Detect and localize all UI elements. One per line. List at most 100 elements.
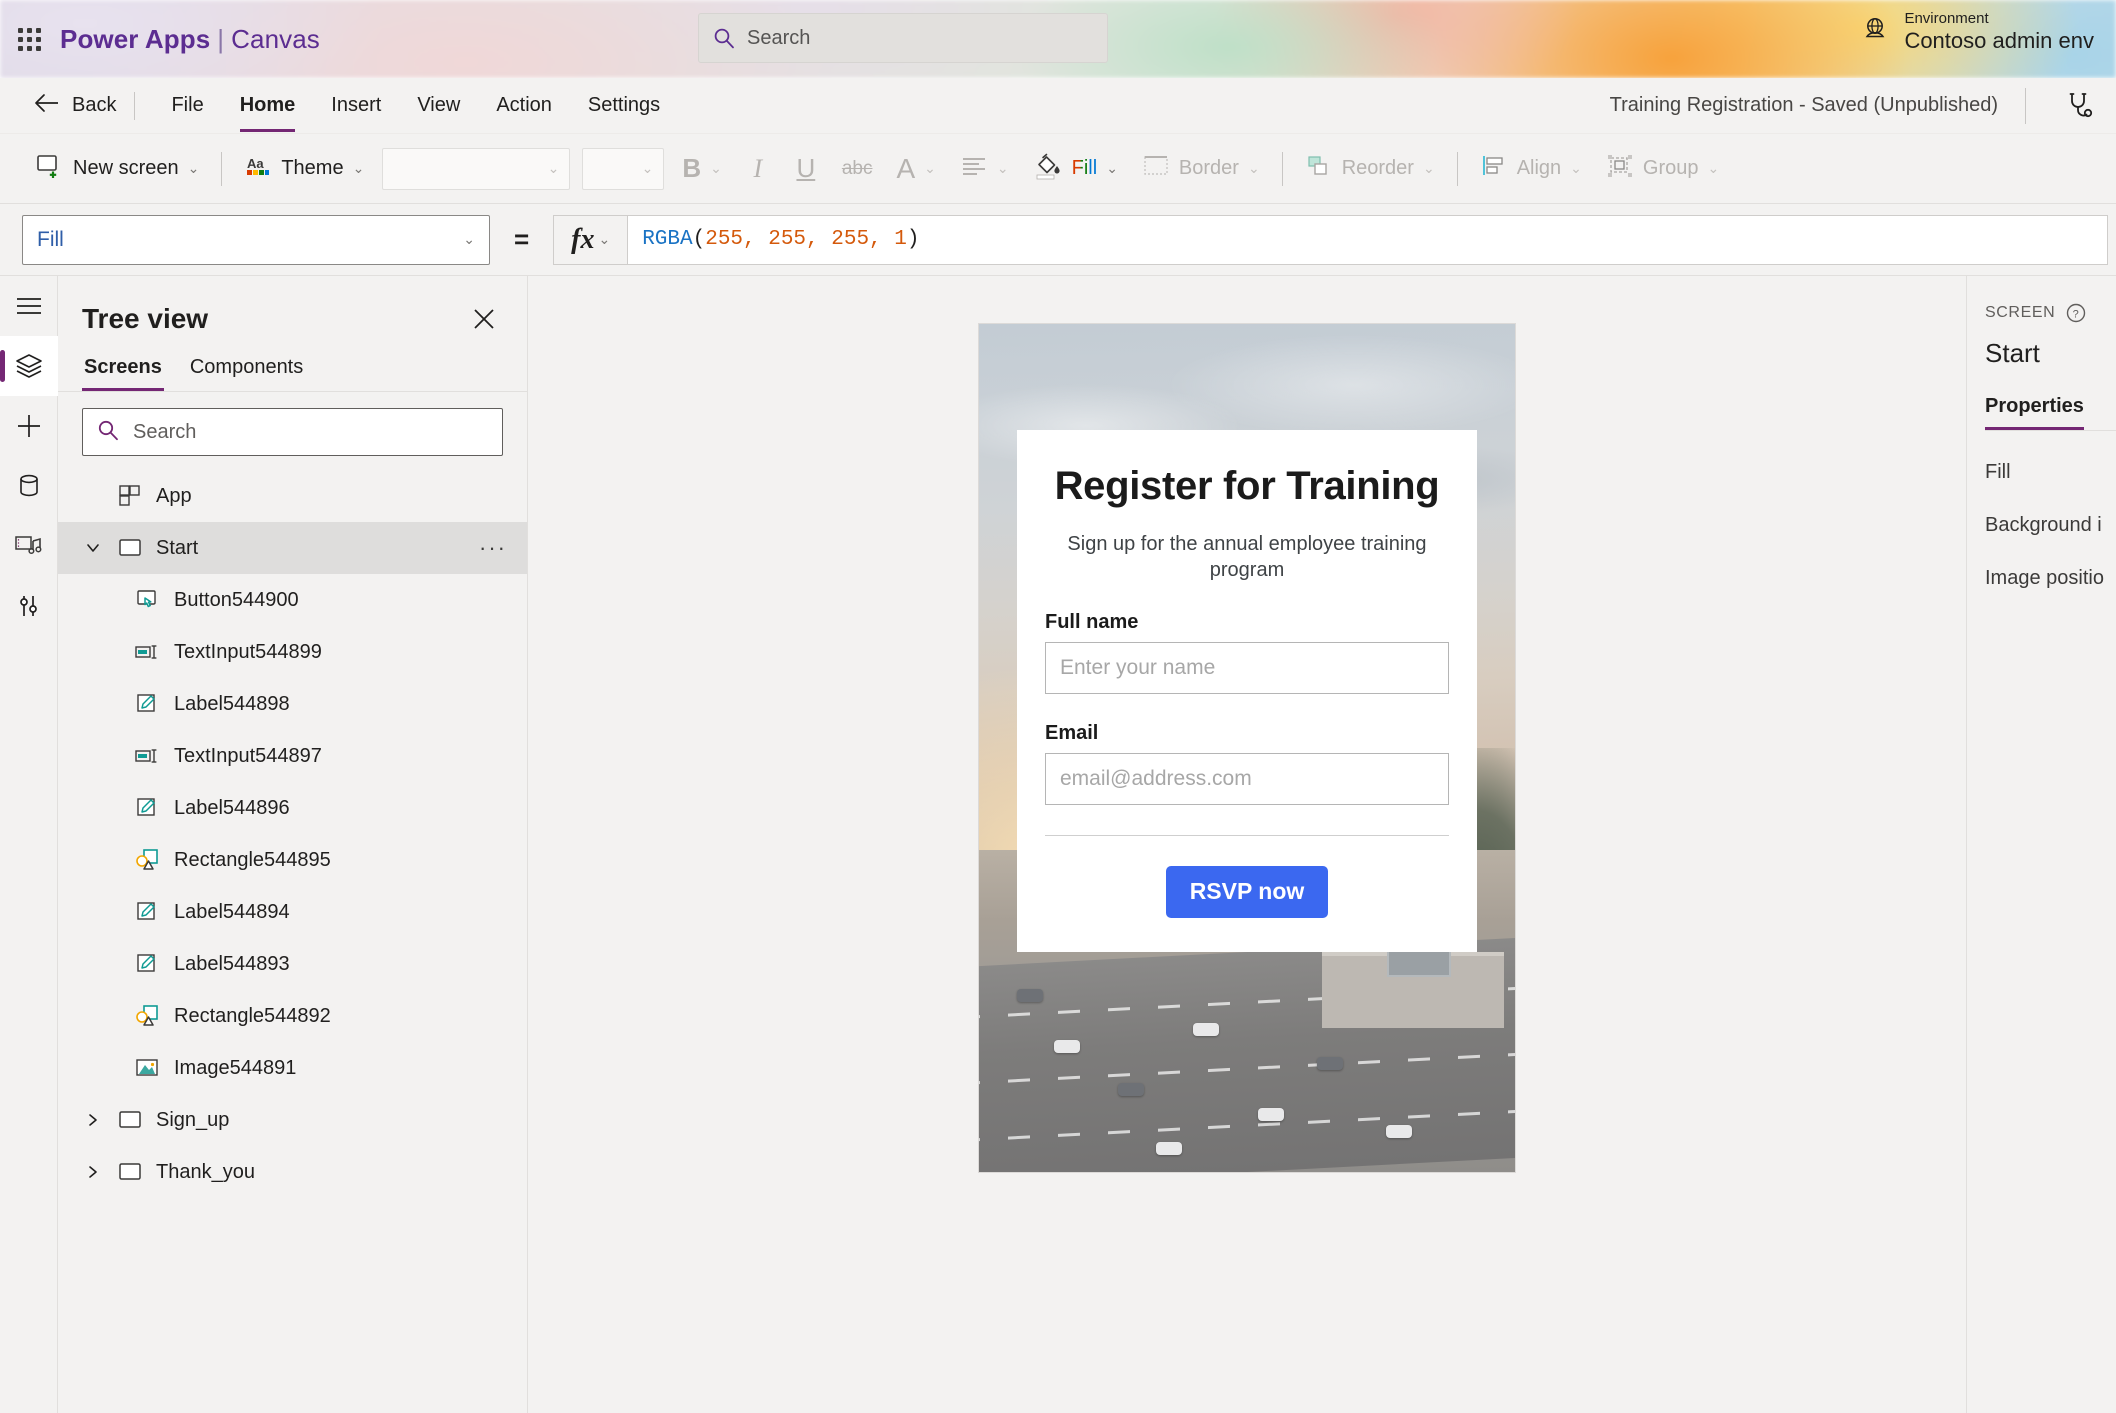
tree-item-label544894[interactable]: Label544894	[58, 886, 527, 938]
tree-view-tabs: Screens Components	[58, 342, 527, 392]
canvas-editing-area[interactable]: Register for Training Sign up for the an…	[528, 276, 1966, 1413]
align-objects-icon	[1480, 153, 1508, 185]
rsvp-now-button[interactable]: RSVP now	[1165, 865, 1329, 918]
left-icon-rail	[0, 276, 58, 1413]
properties-kicker-label: SCREEN	[1985, 304, 2056, 321]
brand-title[interactable]: Power Apps | Canvas	[60, 24, 320, 55]
svg-text:Aa: Aa	[247, 156, 264, 171]
tree-item-button544900[interactable]: Button544900	[58, 574, 527, 626]
chevron-right-icon[interactable]	[82, 1112, 104, 1128]
tree-item-rectangle544895[interactable]: Rectangle544895	[58, 834, 527, 886]
font-family-select[interactable]: ⌄	[382, 147, 571, 190]
tree-item-thank-you[interactable]: Thank_you	[58, 1146, 527, 1198]
bold-button[interactable]: B ⌄	[674, 147, 730, 191]
tree-item-rectangle544892[interactable]: Rectangle544892	[58, 990, 527, 1042]
email-input[interactable]: email@address.com	[1045, 752, 1449, 805]
chevron-down-icon: ⌄	[352, 160, 365, 176]
chevron-down-icon: ⌄	[1106, 160, 1118, 176]
tree-item-app[interactable]: App	[58, 470, 527, 522]
app-grid-icon	[116, 484, 144, 508]
font-color-button[interactable]: A ⌄	[888, 147, 943, 191]
menu-item-insert[interactable]: Insert	[313, 88, 399, 123]
full-name-input[interactable]: Enter your name	[1045, 641, 1449, 694]
italic-button[interactable]: I	[738, 147, 778, 191]
app-save-status: Training Registration - Saved (Unpublish…	[1609, 94, 1998, 116]
settings-sliders-icon[interactable]	[0, 576, 58, 636]
hamburger-menu-icon[interactable]	[0, 276, 58, 336]
ribbon-divider	[1281, 151, 1283, 186]
menu-item-view[interactable]: View	[399, 88, 478, 123]
tree-item-sign-up[interactable]: Sign_up	[58, 1094, 527, 1146]
home-ribbon-toolbar: New screen ⌄ Aa Theme ⌄ ⌄ ⌄ B ⌄ I U abc	[0, 134, 2116, 204]
status-divider	[2025, 87, 2026, 124]
chevron-right-icon[interactable]	[82, 1164, 104, 1180]
property-select[interactable]: Fill ⌄	[22, 214, 490, 265]
app-launcher-icon[interactable]	[12, 22, 46, 56]
chevron-down-icon[interactable]	[82, 540, 104, 556]
chevron-down-icon: ⌄	[996, 160, 1009, 176]
align-objects-button[interactable]: Align ⌄	[1468, 145, 1594, 193]
font-size-select[interactable]: ⌄	[582, 147, 665, 190]
environment-selector[interactable]: Environment Contoso admin env	[1860, 10, 2094, 54]
formula-input[interactable]: RGBA(255, 255, 255, 1)	[627, 214, 2108, 265]
tree-item-label: Start	[156, 536, 199, 559]
tree-view-panel: Tree view Screens Components Search App …	[58, 276, 528, 1413]
tab-properties[interactable]: Properties	[1985, 395, 2084, 430]
property-row-image-position[interactable]: Image positio	[1985, 567, 2116, 590]
tree-item-label544893[interactable]: Label544893	[58, 938, 527, 990]
tree-item-label544896[interactable]: Label544896	[58, 782, 527, 834]
data-cylinder-icon[interactable]	[0, 456, 58, 516]
tree-item-label: TextInput544899	[174, 640, 322, 663]
fill-button[interactable]: Fill ⌄	[1021, 144, 1130, 194]
fx-icon: fx	[571, 223, 595, 255]
global-search-input[interactable]: Search	[698, 13, 1108, 63]
search-icon	[713, 27, 735, 49]
back-button[interactable]: Back	[34, 93, 116, 119]
property-row-background-image[interactable]: Background i	[1985, 514, 2116, 537]
underline-button[interactable]: U	[786, 147, 826, 191]
brand-subtitle: Canvas	[231, 23, 320, 54]
tab-components[interactable]: Components	[188, 352, 305, 391]
reorder-button[interactable]: Reorder ⌄	[1293, 145, 1447, 193]
email-label: Email	[1045, 721, 1099, 744]
menu-item-settings[interactable]: Settings	[570, 88, 678, 123]
insert-plus-icon[interactable]	[0, 396, 58, 456]
full-name-placeholder: Enter your name	[1060, 655, 1216, 679]
arrow-left-icon	[34, 93, 60, 119]
tree-item-label544898[interactable]: Label544898	[58, 678, 527, 730]
tree-item-textinput544897[interactable]: TextInput544897	[58, 730, 527, 782]
tree-item-start[interactable]: Start ···	[58, 522, 527, 574]
tree-item-textinput544899[interactable]: TextInput544899	[58, 626, 527, 678]
label-icon	[134, 797, 162, 819]
app-checker-stethoscope-icon[interactable]	[2062, 89, 2096, 123]
reorder-label: Reorder	[1341, 157, 1414, 179]
brand-separator: |	[217, 23, 225, 54]
tree-item-more-icon[interactable]: ···	[479, 535, 507, 561]
chevron-down-icon: ⌄	[463, 231, 475, 247]
tree-search-input[interactable]: Search	[82, 408, 503, 456]
tree-item-label: App	[156, 484, 192, 507]
media-icon[interactable]	[0, 516, 58, 576]
app-screen-preview[interactable]: Register for Training Sign up for the an…	[979, 324, 1515, 1172]
menu-item-action[interactable]: Action	[478, 88, 570, 123]
close-icon[interactable]	[467, 302, 501, 336]
fx-button[interactable]: fx ⌄	[553, 214, 628, 265]
tree-item-list: App Start ··· Button544900 TextInput5448…	[58, 466, 527, 1413]
brand-name: Power Apps	[60, 23, 211, 54]
border-button[interactable]: Border ⌄	[1130, 145, 1272, 193]
group-button[interactable]: Group ⌄	[1594, 145, 1731, 193]
tree-item-image544891[interactable]: Image544891	[58, 1042, 527, 1094]
tree-item-label: Thank_you	[156, 1160, 255, 1183]
strikethrough-button[interactable]: abc	[834, 147, 881, 191]
tree-view-layers-icon[interactable]	[0, 336, 58, 396]
menu-item-file[interactable]: File	[153, 88, 221, 123]
text-align-button[interactable]: ⌄	[952, 147, 1017, 191]
menu-item-home[interactable]: Home	[222, 88, 314, 132]
new-screen-button[interactable]: New screen ⌄	[24, 145, 211, 193]
help-circle-icon[interactable]: ?	[2065, 302, 2087, 324]
tree-item-label: Rectangle544895	[174, 848, 331, 871]
align-objects-label: Align	[1516, 157, 1562, 179]
theme-button[interactable]: Aa Theme ⌄	[232, 145, 376, 193]
tab-screens[interactable]: Screens	[82, 352, 164, 391]
property-row-fill[interactable]: Fill	[1985, 461, 2116, 484]
